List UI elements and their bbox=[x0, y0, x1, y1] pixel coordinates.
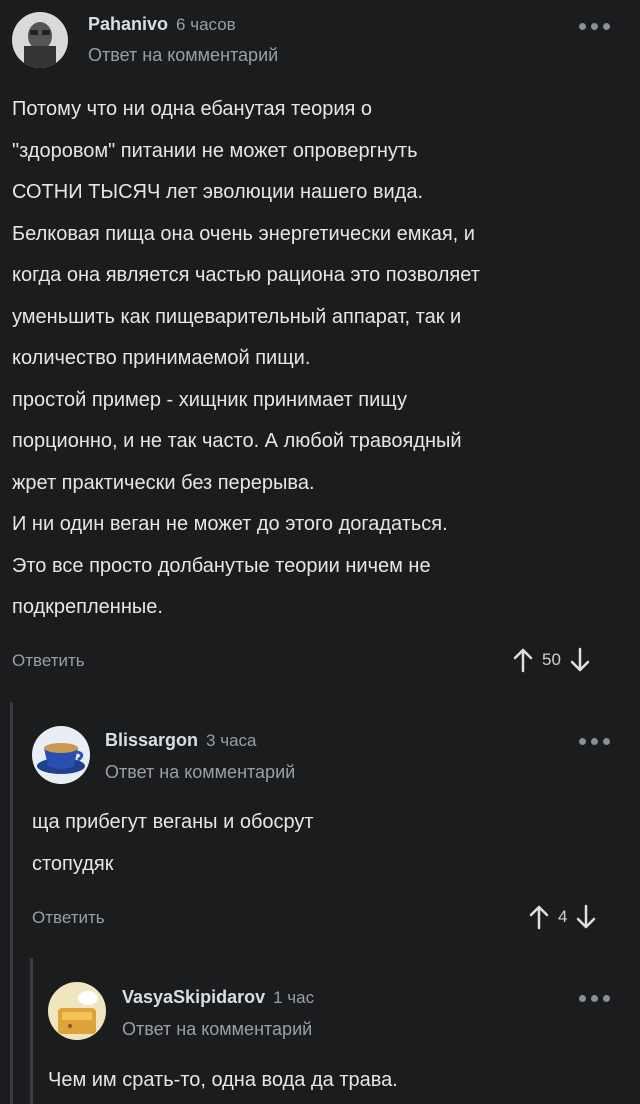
comment-line: уменьшить как пищеварительный аппарат, т… bbox=[12, 305, 462, 328]
comment-time: 6 часов bbox=[176, 15, 236, 34]
comment-time: 3 часа bbox=[206, 731, 257, 750]
comment-body: Потому что ни одна ебанутая теория о "зд… bbox=[12, 89, 632, 629]
arrow-down-icon[interactable] bbox=[569, 647, 591, 673]
reply-to-label[interactable]: Ответ на комментарий bbox=[105, 762, 295, 783]
comment-line: Чем им срать-то, одна вода да трава. bbox=[48, 1069, 398, 1091]
comment-line: Потому что ни одна ебанутая теория о bbox=[12, 98, 373, 120]
avatar[interactable] bbox=[48, 982, 106, 1040]
comment-line: ща прибегут веганы и обосрут bbox=[32, 811, 314, 833]
comment-time: 1 час bbox=[273, 988, 315, 1007]
comment-line: стопудяк bbox=[32, 852, 114, 875]
comment-author[interactable]: Blissargon 3 часа bbox=[105, 730, 256, 751]
more-dots-icon[interactable] bbox=[574, 731, 614, 751]
author-name[interactable]: Blissargon bbox=[105, 730, 198, 750]
comment-line: порционно, и не так часто. А любой траво… bbox=[12, 430, 462, 452]
comment-line: когда она является частью рациона это по… bbox=[12, 264, 480, 286]
reply-button[interactable]: Ответить bbox=[32, 908, 105, 928]
reply-to-label[interactable]: Ответ на комментарий bbox=[122, 1019, 312, 1040]
comment-author[interactable]: Pahanivo 6 часов bbox=[88, 14, 236, 35]
comment-line: жрет практически без перерыва. bbox=[12, 471, 315, 494]
avatar[interactable] bbox=[12, 12, 68, 68]
comment-body: Чем им срать-то, одна вода да трава. bbox=[48, 1060, 628, 1102]
comment-line: Это все просто долбанутые теории ничем н… bbox=[12, 554, 431, 577]
comment-line: подкрепленные. bbox=[12, 596, 163, 618]
comment-line: простой пример - хищник принимает пищу bbox=[12, 388, 407, 411]
avatar[interactable] bbox=[32, 726, 90, 784]
author-name[interactable]: VasyaSkipidarov bbox=[122, 987, 265, 1007]
arrow-up-icon[interactable] bbox=[528, 904, 550, 930]
vote-score: 50 bbox=[542, 650, 561, 669]
reply-to-label[interactable]: Ответ на комментарий bbox=[88, 45, 278, 66]
comment-line: СОТНИ ТЫСЯЧ лет эволюции нашего вида. bbox=[12, 181, 424, 203]
comment-line: Белковая пища она очень энергетически ем… bbox=[12, 222, 475, 245]
comment-author[interactable]: VasyaSkipidarov 1 час bbox=[122, 987, 314, 1008]
more-dots-icon[interactable] bbox=[574, 988, 614, 1008]
thread-line[interactable] bbox=[10, 702, 13, 1104]
comment-line: количество принимаемой пищи. bbox=[12, 347, 311, 369]
arrow-down-icon[interactable] bbox=[575, 904, 597, 930]
comment-line: И ни один веган не может до этого догада… bbox=[12, 513, 448, 535]
vote-controls: 4 bbox=[528, 904, 597, 930]
author-name[interactable]: Pahanivo bbox=[88, 14, 168, 34]
arrow-up-icon[interactable] bbox=[512, 647, 534, 673]
reply-button[interactable]: Ответить bbox=[12, 651, 85, 671]
comment-body: ща прибегут веганы и обосрут стопудяк bbox=[32, 802, 622, 885]
vote-controls: 50 bbox=[512, 647, 591, 673]
thread-line[interactable] bbox=[30, 958, 33, 1104]
comment-line: "здоровом" питании не может опровергнуть bbox=[12, 139, 418, 162]
vote-score: 4 bbox=[558, 907, 568, 926]
more-dots-icon[interactable] bbox=[574, 16, 614, 36]
